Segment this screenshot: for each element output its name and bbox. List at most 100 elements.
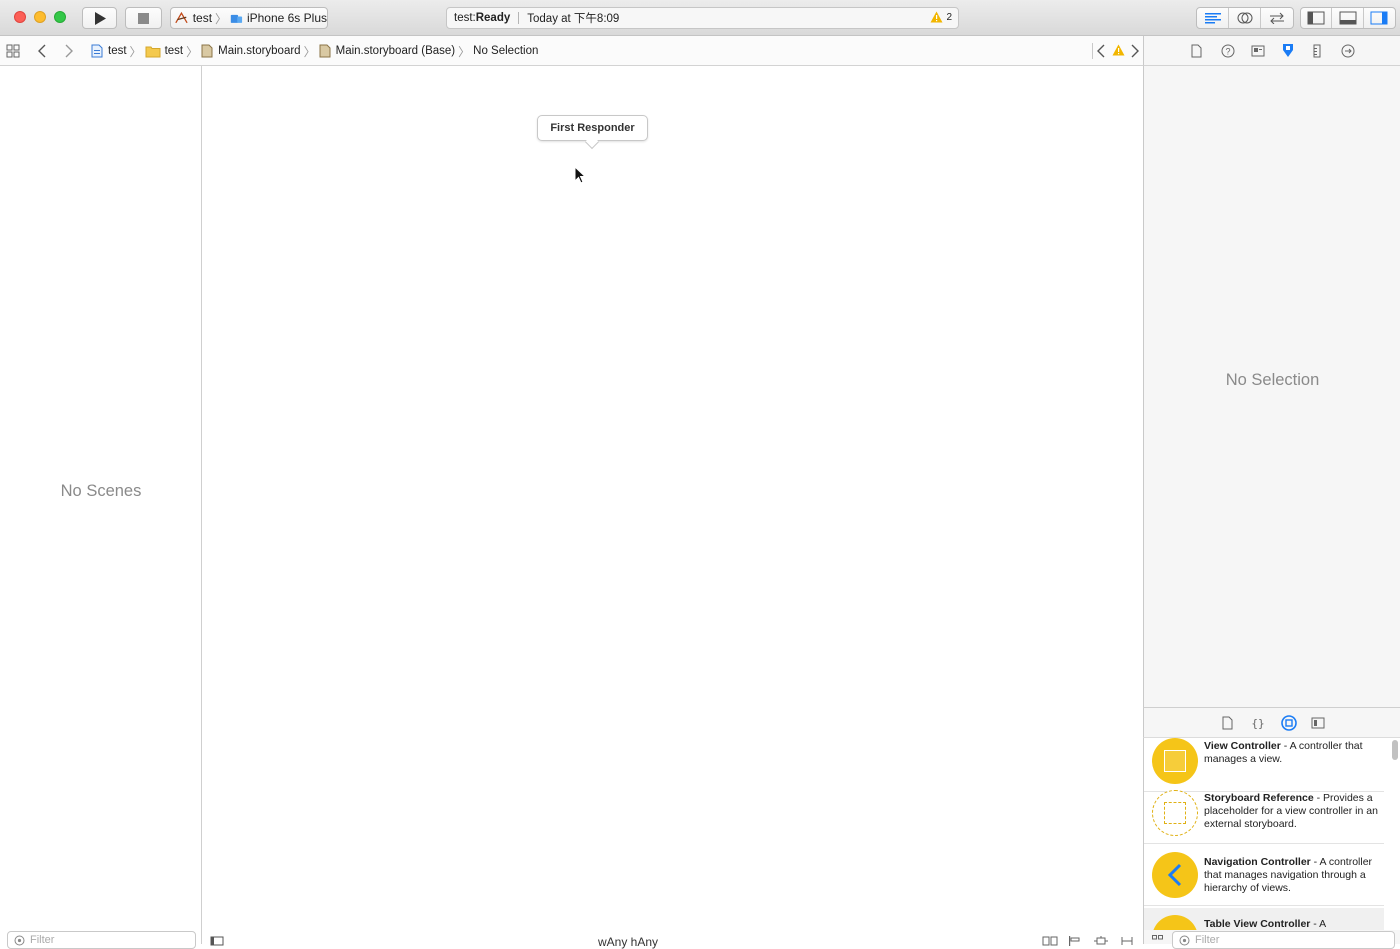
scheme-selector[interactable]: test 〉 iPhone 6s Plus xyxy=(170,7,328,29)
debug-panel-icon xyxy=(1339,11,1357,25)
storyboard-file-icon xyxy=(201,44,213,58)
identity-card-icon xyxy=(1251,45,1265,57)
size-inspector-tab[interactable] xyxy=(1312,44,1322,58)
align-button[interactable] xyxy=(1068,936,1082,946)
library-item[interactable]: Table View Controller - A xyxy=(1144,908,1384,930)
show-outline-button[interactable] xyxy=(210,936,224,946)
storyboard-file-icon xyxy=(319,44,331,58)
chevron-right-icon: 〉 xyxy=(186,44,199,59)
media-icon xyxy=(1311,717,1325,729)
navigator-panel-icon xyxy=(1307,11,1325,25)
chevron-right-icon: 〉 xyxy=(129,44,142,59)
outline-toggle-icon xyxy=(210,936,224,946)
activity-viewer: test: Ready Today at 下午8:09 2 xyxy=(446,7,959,29)
view-controller-icon xyxy=(1152,738,1198,784)
breadcrumb: test 〉 test 〉 Main.storyboard 〉 Main.sto… xyxy=(90,36,538,66)
media-library-tab[interactable] xyxy=(1311,716,1325,730)
zoom-window-button[interactable] xyxy=(54,11,66,23)
activity-project: test: xyxy=(454,12,476,24)
project-file-icon xyxy=(90,44,103,58)
resolve-issues-button[interactable] xyxy=(1120,936,1134,946)
library-scrollbar[interactable] xyxy=(1392,740,1398,760)
object-library-tab[interactable] xyxy=(1281,715,1297,731)
align-icon xyxy=(1069,936,1080,946)
activity-status: Ready xyxy=(475,12,511,24)
file-icon xyxy=(1222,716,1233,730)
utilities-panel-icon xyxy=(1370,11,1388,25)
pin-icon xyxy=(1094,936,1108,945)
toggle-debug-area-button[interactable] xyxy=(1332,8,1364,28)
breadcrumb-group[interactable]: test xyxy=(165,45,184,57)
identity-inspector-tab[interactable] xyxy=(1251,44,1265,58)
close-window-button[interactable] xyxy=(14,11,26,23)
breadcrumb-project[interactable]: test xyxy=(108,45,127,57)
braces-icon: {} xyxy=(1252,717,1264,730)
document-outline: No Scenes Filter xyxy=(0,66,202,949)
go-back-button[interactable] xyxy=(37,44,47,58)
code-snippet-library-tab[interactable]: {} xyxy=(1252,716,1264,730)
chevron-right-icon xyxy=(1131,44,1139,58)
version-editor-icon xyxy=(1270,12,1284,24)
stop-button[interactable] xyxy=(125,7,162,29)
inspector-tab-bar: ? xyxy=(1143,36,1400,66)
attributes-icon xyxy=(1283,44,1293,57)
library-view-mode-button[interactable] xyxy=(1152,935,1164,944)
editor-mode-control xyxy=(1196,7,1294,29)
next-issue-button[interactable] xyxy=(1130,44,1140,58)
chevron-right-icon: 〉 xyxy=(215,11,228,26)
breadcrumb-file[interactable]: Main.storyboard xyxy=(218,45,300,57)
xcode-app-icon xyxy=(175,11,188,24)
assistant-editor-button[interactable] xyxy=(1229,8,1261,28)
panel-visibility-control xyxy=(1300,7,1396,29)
window-toolbar: test 〉 iPhone 6s Plus test: Ready Today … xyxy=(0,0,1400,36)
quick-help-tab[interactable]: ? xyxy=(1221,44,1235,58)
standard-editor-icon xyxy=(1204,13,1221,24)
no-scenes-label: No Scenes xyxy=(60,482,142,500)
version-editor-button[interactable] xyxy=(1261,8,1293,28)
breadcrumb-localization[interactable]: Main.storyboard (Base) xyxy=(336,45,456,57)
library-item-title: Storyboard Reference xyxy=(1204,792,1314,804)
related-items-button[interactable] xyxy=(6,44,20,58)
chevron-left-icon xyxy=(1097,44,1105,58)
mouse-cursor-icon xyxy=(574,166,586,184)
object-library-icon xyxy=(1281,715,1297,731)
breadcrumb-selection[interactable]: No Selection xyxy=(473,45,538,57)
folder-icon xyxy=(145,45,161,58)
storyboard-canvas[interactable]: wAny hAny xyxy=(202,66,1143,949)
attributes-inspector-tab[interactable] xyxy=(1281,43,1295,59)
go-forward-button[interactable] xyxy=(64,44,74,58)
table-view-controller-icon xyxy=(1152,915,1198,930)
size-class-control[interactable]: wAny hAny xyxy=(598,935,658,949)
device-name: iPhone 6s Plus xyxy=(246,11,327,25)
activity-time: Today at 下午8:09 xyxy=(527,13,620,25)
outline-filter-field[interactable]: Filter xyxy=(7,931,196,949)
toggle-navigator-button[interactable] xyxy=(1301,8,1333,28)
standard-editor-button[interactable] xyxy=(1197,8,1229,28)
minimize-window-button[interactable] xyxy=(34,11,46,23)
library-item[interactable]: Storyboard Reference - Provides a placeh… xyxy=(1144,782,1384,844)
stack-button[interactable] xyxy=(1042,936,1058,946)
chevron-left-icon xyxy=(38,44,46,58)
connections-inspector-tab[interactable] xyxy=(1341,44,1355,58)
previous-issue-button[interactable] xyxy=(1096,44,1106,58)
activity-divider xyxy=(518,12,520,24)
run-button[interactable] xyxy=(82,7,117,29)
pin-button[interactable] xyxy=(1094,936,1108,946)
toggle-utilities-button[interactable] xyxy=(1364,8,1395,28)
library-filter-field[interactable]: Filter xyxy=(1172,931,1395,949)
outline-filter-placeholder: Filter xyxy=(30,934,55,946)
stack-icon xyxy=(1042,936,1058,946)
assistant-editor-icon xyxy=(1237,12,1252,24)
library-item-title: View Controller xyxy=(1204,740,1281,752)
warning-count: 2 xyxy=(946,11,952,23)
help-icon: ? xyxy=(1221,44,1235,58)
library-item[interactable]: Navigation Controller - A controller tha… xyxy=(1144,844,1384,906)
library-filter-placeholder: Filter xyxy=(1195,934,1220,946)
issue-indicator[interactable] xyxy=(1112,44,1125,56)
chevron-right-icon: 〉 xyxy=(458,44,471,59)
file-inspector-tab[interactable] xyxy=(1191,44,1202,58)
file-template-library-tab[interactable] xyxy=(1222,716,1233,730)
chevron-right-icon xyxy=(65,44,73,58)
warning-badge[interactable]: 2 xyxy=(930,11,952,23)
svg-text:{}: {} xyxy=(1252,717,1264,730)
